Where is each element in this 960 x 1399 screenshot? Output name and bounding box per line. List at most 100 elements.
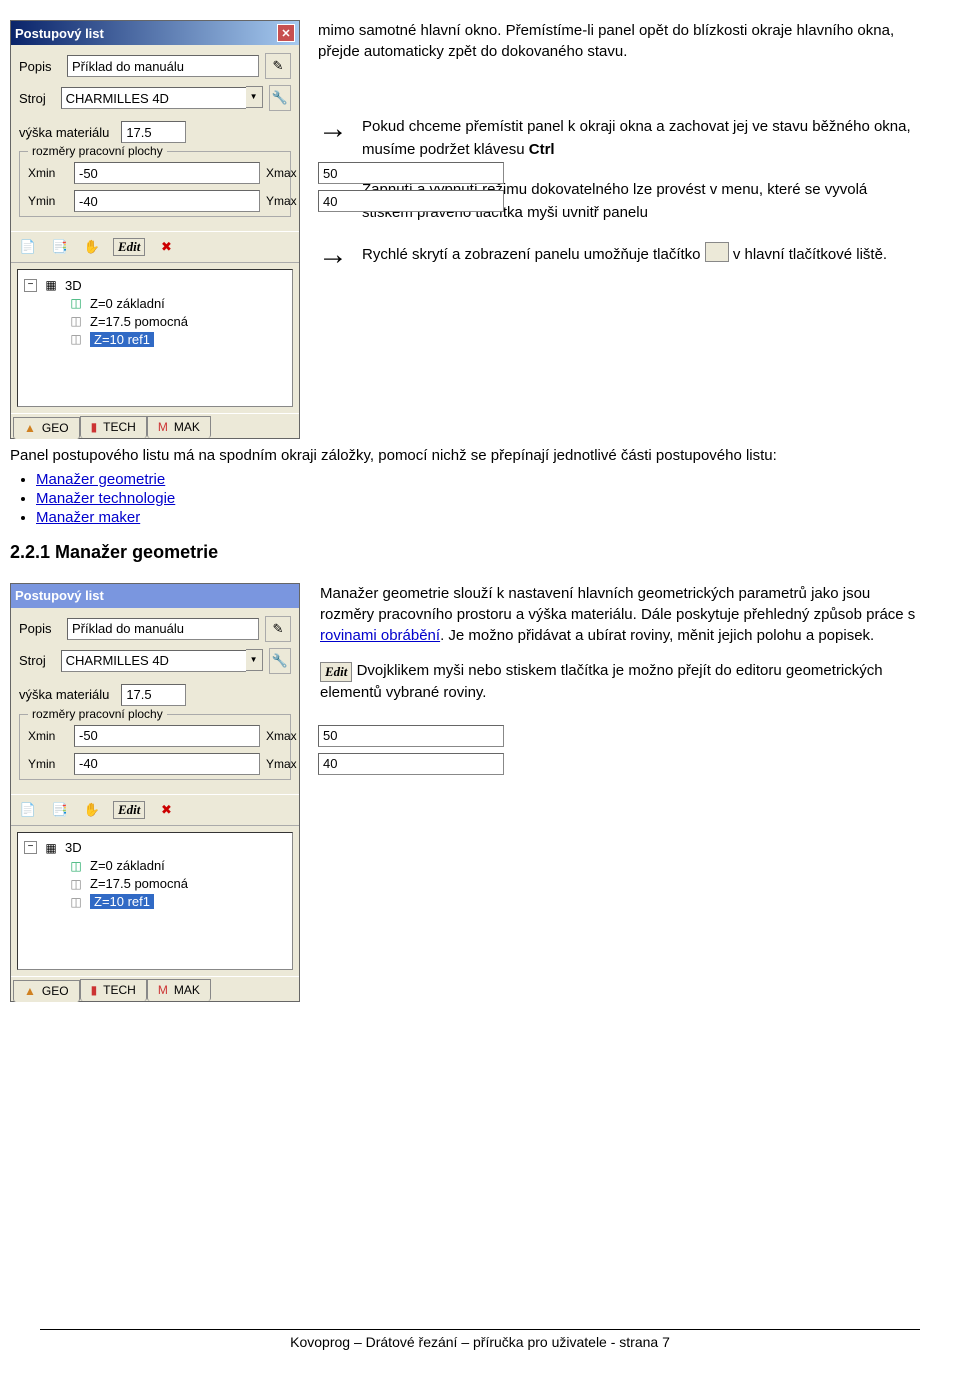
ymax-input[interactable]: [318, 190, 504, 212]
add-plane-icon[interactable]: 📑: [49, 236, 71, 258]
edit-button[interactable]: Edit: [113, 801, 145, 819]
tree-item[interactable]: Z=0 základní: [90, 858, 165, 873]
tree-item-selected[interactable]: Z=10 ref1: [90, 332, 154, 347]
rozmery-legend: rozměry pracovní plochy: [28, 707, 167, 721]
text-span: Manažer geometrie slouží k nastavení hla…: [320, 585, 915, 623]
section-paragraph: Edit Dvojklikem myši nebo stiskem tlačít…: [320, 660, 920, 703]
xmin-input[interactable]: [74, 162, 260, 184]
stroj-combobox[interactable]: ▼: [61, 650, 263, 672]
rozmery-fieldset: rozměry pracovní plochy Xmin Xmax Ymin Y…: [19, 151, 291, 217]
expand-collapse-icon[interactable]: −: [24, 841, 37, 854]
close-icon[interactable]: ✕: [277, 24, 295, 42]
label-xmax: Xmax: [266, 166, 312, 180]
ymin-input[interactable]: [74, 753, 260, 775]
rename-icon[interactable]: ✎: [265, 616, 291, 642]
panel-tabs: ▲ GEO ▮ TECH M MAK: [11, 976, 299, 1001]
plane-icon: ◫: [68, 876, 84, 892]
panel-tabs: ▲ GEO ▮ TECH M MAK: [11, 413, 299, 438]
vyska-input[interactable]: [121, 684, 186, 706]
geo-icon: ▲: [24, 421, 36, 435]
panel-toolbar: 📄 📑 ✋ Edit ✖: [11, 794, 299, 826]
tech-icon: ▮: [91, 983, 98, 997]
xmin-input[interactable]: [74, 725, 260, 747]
link-rovinami-obrabeni[interactable]: rovinami obrábění: [320, 627, 440, 644]
popis-input[interactable]: [67, 618, 259, 640]
text-span: . Je možno přidávat a ubírat roviny, měn…: [440, 627, 874, 644]
tab-label: TECH: [103, 983, 136, 997]
tech-icon: ▮: [91, 420, 98, 434]
postupovy-list-panel-2: Postupový list Popis ✎ Stroj ▼ 🔧: [10, 583, 300, 1002]
link-manazer-geometrie[interactable]: Manažer geometrie: [36, 471, 165, 488]
text-span: v hlavní tlačítkové liště.: [733, 246, 887, 263]
arrow-right-icon: →: [318, 114, 348, 144]
panel-titlebar[interactable]: Postupový list ✕: [11, 21, 299, 45]
plane-icon: ◫: [68, 331, 84, 347]
xmax-input[interactable]: [318, 725, 504, 747]
tree-item[interactable]: Z=0 základní: [90, 296, 165, 311]
delete-icon[interactable]: ✖: [155, 236, 177, 258]
rozmery-fieldset: rozměry pracovní plochy Xmin Xmax Ymin Y…: [19, 714, 291, 780]
tree-root-label[interactable]: 3D: [65, 278, 82, 293]
panel-title: Postupový list: [15, 588, 295, 603]
label-ymin: Ymin: [28, 757, 68, 771]
label-ymax: Ymax: [266, 194, 312, 208]
stroj-combobox[interactable]: ▼: [61, 87, 263, 109]
tab-geo[interactable]: ▲ GEO: [13, 980, 80, 1002]
plane-tree[interactable]: − ▦ 3D ◫ Z=0 základní ◫ Z=17.5 pomocná ◫…: [17, 269, 293, 407]
tab-mak[interactable]: M MAK: [147, 979, 211, 1001]
label-stroj: Stroj: [19, 653, 55, 668]
wrench-icon[interactable]: 🔧: [269, 648, 291, 674]
tree-item[interactable]: Z=17.5 pomocná: [90, 876, 188, 891]
layers-icon: ▦: [43, 277, 59, 293]
panel-titlebar[interactable]: Postupový list: [11, 584, 299, 608]
mak-icon: M: [158, 420, 168, 434]
text-span: Pokud chceme přemístit panel k okraji ok…: [362, 118, 911, 158]
tab-label: MAK: [174, 983, 200, 997]
add-plane-icon[interactable]: 📑: [49, 799, 71, 821]
hand-icon[interactable]: ✋: [81, 799, 103, 821]
xmax-input[interactable]: [318, 162, 504, 184]
page-footer: Kovoprog – Drátové řezání – příručka pro…: [40, 1329, 920, 1350]
hand-icon[interactable]: ✋: [81, 236, 103, 258]
label-popis: Popis: [19, 621, 61, 636]
tab-label: MAK: [174, 420, 200, 434]
tab-geo[interactable]: ▲ GEO: [13, 417, 80, 439]
label-stroj: Stroj: [19, 91, 55, 106]
label-popis: Popis: [19, 59, 61, 74]
ymin-input[interactable]: [74, 190, 260, 212]
chevron-down-icon[interactable]: ▼: [246, 649, 263, 671]
tab-mak[interactable]: M MAK: [147, 416, 211, 438]
plane-tree[interactable]: − ▦ 3D ◫ Z=0 základní ◫ Z=17.5 pomocná ◫…: [17, 832, 293, 970]
plane-icon: ◫: [68, 858, 84, 874]
tree-item[interactable]: Z=17.5 pomocná: [90, 314, 188, 329]
plane-icon: ◫: [68, 295, 84, 311]
edit-button[interactable]: Edit: [113, 238, 145, 256]
new-plane-icon[interactable]: 📄: [17, 236, 39, 258]
tab-label: TECH: [103, 420, 136, 434]
section-paragraph: Manažer geometrie slouží k nastavení hla…: [320, 583, 920, 646]
ymax-input[interactable]: [318, 753, 504, 775]
label-xmin: Xmin: [28, 729, 68, 743]
link-manazer-maker[interactable]: Manažer maker: [36, 509, 140, 526]
tab-tech[interactable]: ▮ TECH: [80, 416, 147, 438]
tree-root-label[interactable]: 3D: [65, 840, 82, 855]
new-plane-icon[interactable]: 📄: [17, 799, 39, 821]
tree-item-selected[interactable]: Z=10 ref1: [90, 894, 154, 909]
plane-icon: ◫: [68, 894, 84, 910]
section-heading: 2.2.1 Manažer geometrie: [10, 542, 920, 563]
stroj-value[interactable]: [61, 87, 246, 109]
label-xmax: Xmax: [266, 729, 312, 743]
chevron-down-icon[interactable]: ▼: [246, 86, 263, 108]
tab-tech[interactable]: ▮ TECH: [80, 979, 147, 1001]
link-manazer-technologie[interactable]: Manažer technologie: [36, 490, 175, 507]
popis-input[interactable]: [67, 55, 259, 77]
wrench-icon[interactable]: 🔧: [269, 85, 291, 111]
stroj-value[interactable]: [61, 650, 246, 672]
delete-icon[interactable]: ✖: [155, 799, 177, 821]
label-ymin: Ymin: [28, 194, 68, 208]
rename-icon[interactable]: ✎: [265, 53, 291, 79]
label-vyska: výška materiálu: [19, 687, 109, 702]
expand-collapse-icon[interactable]: −: [24, 279, 37, 292]
arrow-right-icon: →: [318, 240, 348, 270]
vyska-input[interactable]: [121, 121, 186, 143]
